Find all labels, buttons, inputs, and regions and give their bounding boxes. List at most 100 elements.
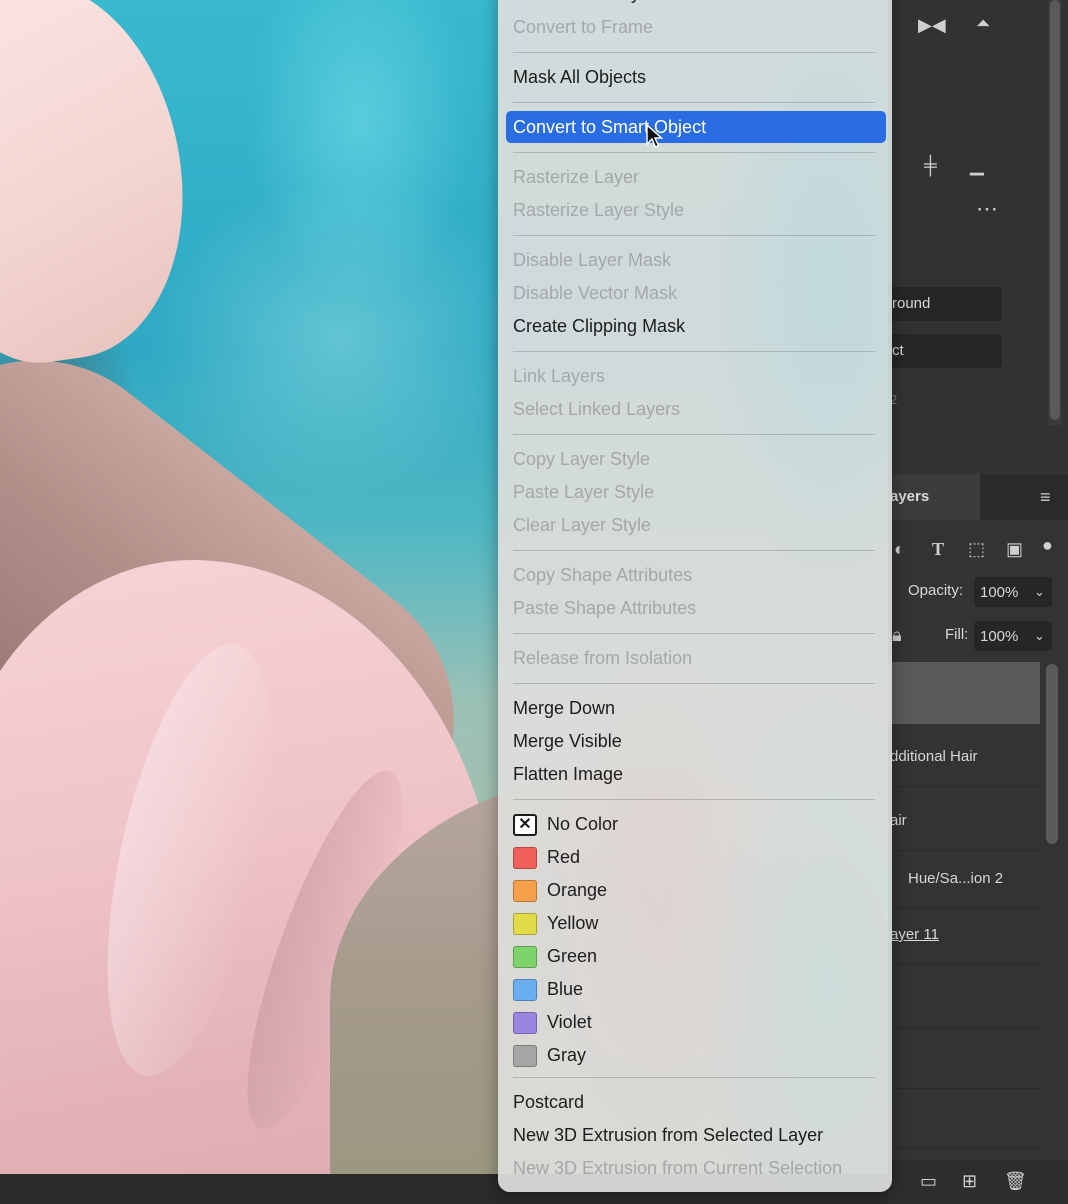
menu-item-create-clipping-mask[interactable]: Create Clipping Mask xyxy=(513,311,685,341)
menu-item-copy-shape-attributes[interactable]: Copy Shape Attributes xyxy=(513,560,692,590)
layer-row[interactable]: air xyxy=(888,792,1040,851)
color-label: Orange xyxy=(547,880,608,900)
menu-separator xyxy=(513,550,875,551)
fill-field[interactable]: 100% ⌄ xyxy=(974,621,1052,651)
color-label: Blue xyxy=(547,979,584,999)
water-highlight xyxy=(150,180,530,500)
menu-item-flatten-image[interactable]: Flatten Image xyxy=(513,759,623,789)
properties-scrollbar-thumb[interactable] xyxy=(1050,0,1060,420)
background-field-text: round xyxy=(892,295,931,312)
blue-swatch-icon xyxy=(513,979,537,1001)
adjustment-filter-icon[interactable]: ◐ xyxy=(894,540,905,558)
layer-name: dditional Hair xyxy=(890,748,978,765)
layer-name: ayer 11 xyxy=(890,926,939,943)
menu-item-mask-all-objects[interactable]: Mask All Objects xyxy=(513,62,646,92)
layer-row[interactable] xyxy=(888,1030,1040,1089)
green-swatch-icon xyxy=(513,946,537,968)
orange-swatch-icon xyxy=(513,880,537,902)
delete-layer-icon[interactable]: 🗑︎ xyxy=(1004,1172,1027,1190)
color-label: Violet xyxy=(547,1012,592,1032)
menu-separator xyxy=(513,351,875,352)
menu-item-frame-from-layers[interactable]: Frame from Layers... xyxy=(513,0,680,8)
flip-vertical-icon[interactable]: ⏶ xyxy=(976,14,990,32)
new-group-folder-icon[interactable]: ▭ xyxy=(920,1172,937,1190)
more-options-icon[interactable]: ⋯ xyxy=(976,198,998,220)
shape-filter-icon[interactable]: ⬚ xyxy=(968,540,985,558)
color-label: No Color xyxy=(547,814,619,834)
menu-item-disable-vector-mask[interactable]: Disable Vector Mask xyxy=(513,278,677,308)
chevron-down-icon[interactable]: ⌄ xyxy=(1034,583,1045,601)
gray-swatch-icon xyxy=(513,1045,537,1067)
background-field[interactable]: round xyxy=(888,287,1002,321)
properties-panel xyxy=(888,0,1068,470)
opacity-value: 100% xyxy=(980,584,1019,601)
menu-separator xyxy=(513,102,875,103)
flip-horizontal-icon[interactable]: ▶◀ xyxy=(918,16,946,34)
menu-item-label: Convert to Smart Object xyxy=(513,117,707,137)
tab-layers-label: ayers xyxy=(890,488,930,505)
menu-separator xyxy=(513,152,875,153)
menu-separator xyxy=(513,1077,875,1078)
filter-toggle-icon[interactable]: ● xyxy=(1042,536,1053,554)
fill-label: Fill: xyxy=(945,626,969,643)
menu-separator xyxy=(513,52,875,53)
menu-separator xyxy=(513,434,875,435)
menu-separator xyxy=(513,799,875,800)
layers-footer: ▭ ⊞ 🗑︎ xyxy=(888,1160,1068,1204)
menu-separator xyxy=(513,633,875,634)
layers-scrollbar-thumb[interactable] xyxy=(1046,664,1058,844)
menu-item-convert-to-smart-object[interactable]: Convert to Smart Object xyxy=(506,111,886,143)
layer-row[interactable]: ayer 11 xyxy=(888,906,1040,965)
menu-item-rasterize-layer[interactable]: Rasterize Layer xyxy=(513,162,639,192)
menu-item-merge-visible[interactable]: Merge Visible xyxy=(513,726,622,756)
menu-item-select-linked-layers[interactable]: Select Linked Layers xyxy=(513,394,680,424)
menu-separator xyxy=(513,683,875,684)
color-label: Gray xyxy=(547,1045,587,1065)
layer-name: air xyxy=(890,812,907,829)
color-label: Red xyxy=(547,847,581,867)
layer-row[interactable] xyxy=(888,1090,1040,1149)
menu-item-convert-to-frame[interactable]: Convert to Frame xyxy=(513,12,653,42)
menu-item-release-from-isolation[interactable]: Release from Isolation xyxy=(513,643,692,673)
lock-icon[interactable]: 🔒︎ xyxy=(892,626,902,644)
panel-menu-icon[interactable]: ≡ xyxy=(1040,488,1051,506)
layer-name: Hue/Sa...ion 2 xyxy=(908,870,1004,887)
new-layer-icon[interactable]: ⊞ xyxy=(962,1172,977,1190)
layer-context-menu: Frame from Layers... Convert to Frame Ma… xyxy=(498,0,892,1192)
menu-item-copy-layer-style[interactable]: Copy Layer Style xyxy=(513,444,650,474)
align-vertical-center-icon[interactable]: ╪ xyxy=(924,156,937,174)
menu-item-new-3d-extrusion-current-selection[interactable]: New 3D Extrusion from Current Selection xyxy=(513,1153,842,1183)
type-filter-icon[interactable]: T xyxy=(932,540,944,558)
smart-object-filter-icon[interactable]: ▣ xyxy=(1006,540,1023,558)
no-color-icon: ✕ xyxy=(513,814,537,836)
menu-item-postcard[interactable]: Postcard xyxy=(513,1087,584,1117)
right-panel: ▶◀ ⏶ ╪ ▁ ⋯ round ct 2 ayers ≡ ◐ T ⬚ ▣ ● … xyxy=(888,0,1068,1204)
opacity-label: Opacity: xyxy=(908,582,964,599)
layer-row[interactable]: Hue/Sa...ion 2 xyxy=(888,850,1040,909)
object-field[interactable]: ct xyxy=(888,334,1002,368)
mouse-pointer-icon xyxy=(646,124,664,148)
color-label: Yellow xyxy=(547,913,599,933)
violet-swatch-icon xyxy=(513,1012,537,1034)
align-bottom-icon[interactable]: ▁ xyxy=(970,156,984,174)
menu-item-clear-layer-style[interactable]: Clear Layer Style xyxy=(513,510,651,540)
layer-row-selected[interactable] xyxy=(888,662,1040,724)
menu-item-link-layers[interactable]: Link Layers xyxy=(513,361,605,391)
menu-separator xyxy=(513,235,875,236)
object-field-text: ct xyxy=(892,342,904,359)
layer-row[interactable] xyxy=(888,970,1040,1029)
menu-item-disable-layer-mask[interactable]: Disable Layer Mask xyxy=(513,245,671,275)
menu-item-new-3d-extrusion-selected-layer[interactable]: New 3D Extrusion from Selected Layer xyxy=(513,1120,823,1150)
yellow-swatch-icon xyxy=(513,913,537,935)
opacity-field[interactable]: 100% ⌄ xyxy=(974,577,1052,607)
red-swatch-icon xyxy=(513,847,537,869)
menu-item-paste-layer-style[interactable]: Paste Layer Style xyxy=(513,477,654,507)
tab-layers[interactable]: ayers xyxy=(888,474,980,520)
layer-row[interactable]: dditional Hair xyxy=(888,728,1040,787)
menu-item-paste-shape-attributes[interactable]: Paste Shape Attributes xyxy=(513,593,696,623)
menu-item-rasterize-layer-style[interactable]: Rasterize Layer Style xyxy=(513,195,684,225)
menu-item-merge-down[interactable]: Merge Down xyxy=(513,693,615,723)
color-label: Green xyxy=(547,946,598,966)
fill-value: 100% xyxy=(980,628,1019,645)
chevron-down-icon[interactable]: ⌄ xyxy=(1034,627,1045,645)
